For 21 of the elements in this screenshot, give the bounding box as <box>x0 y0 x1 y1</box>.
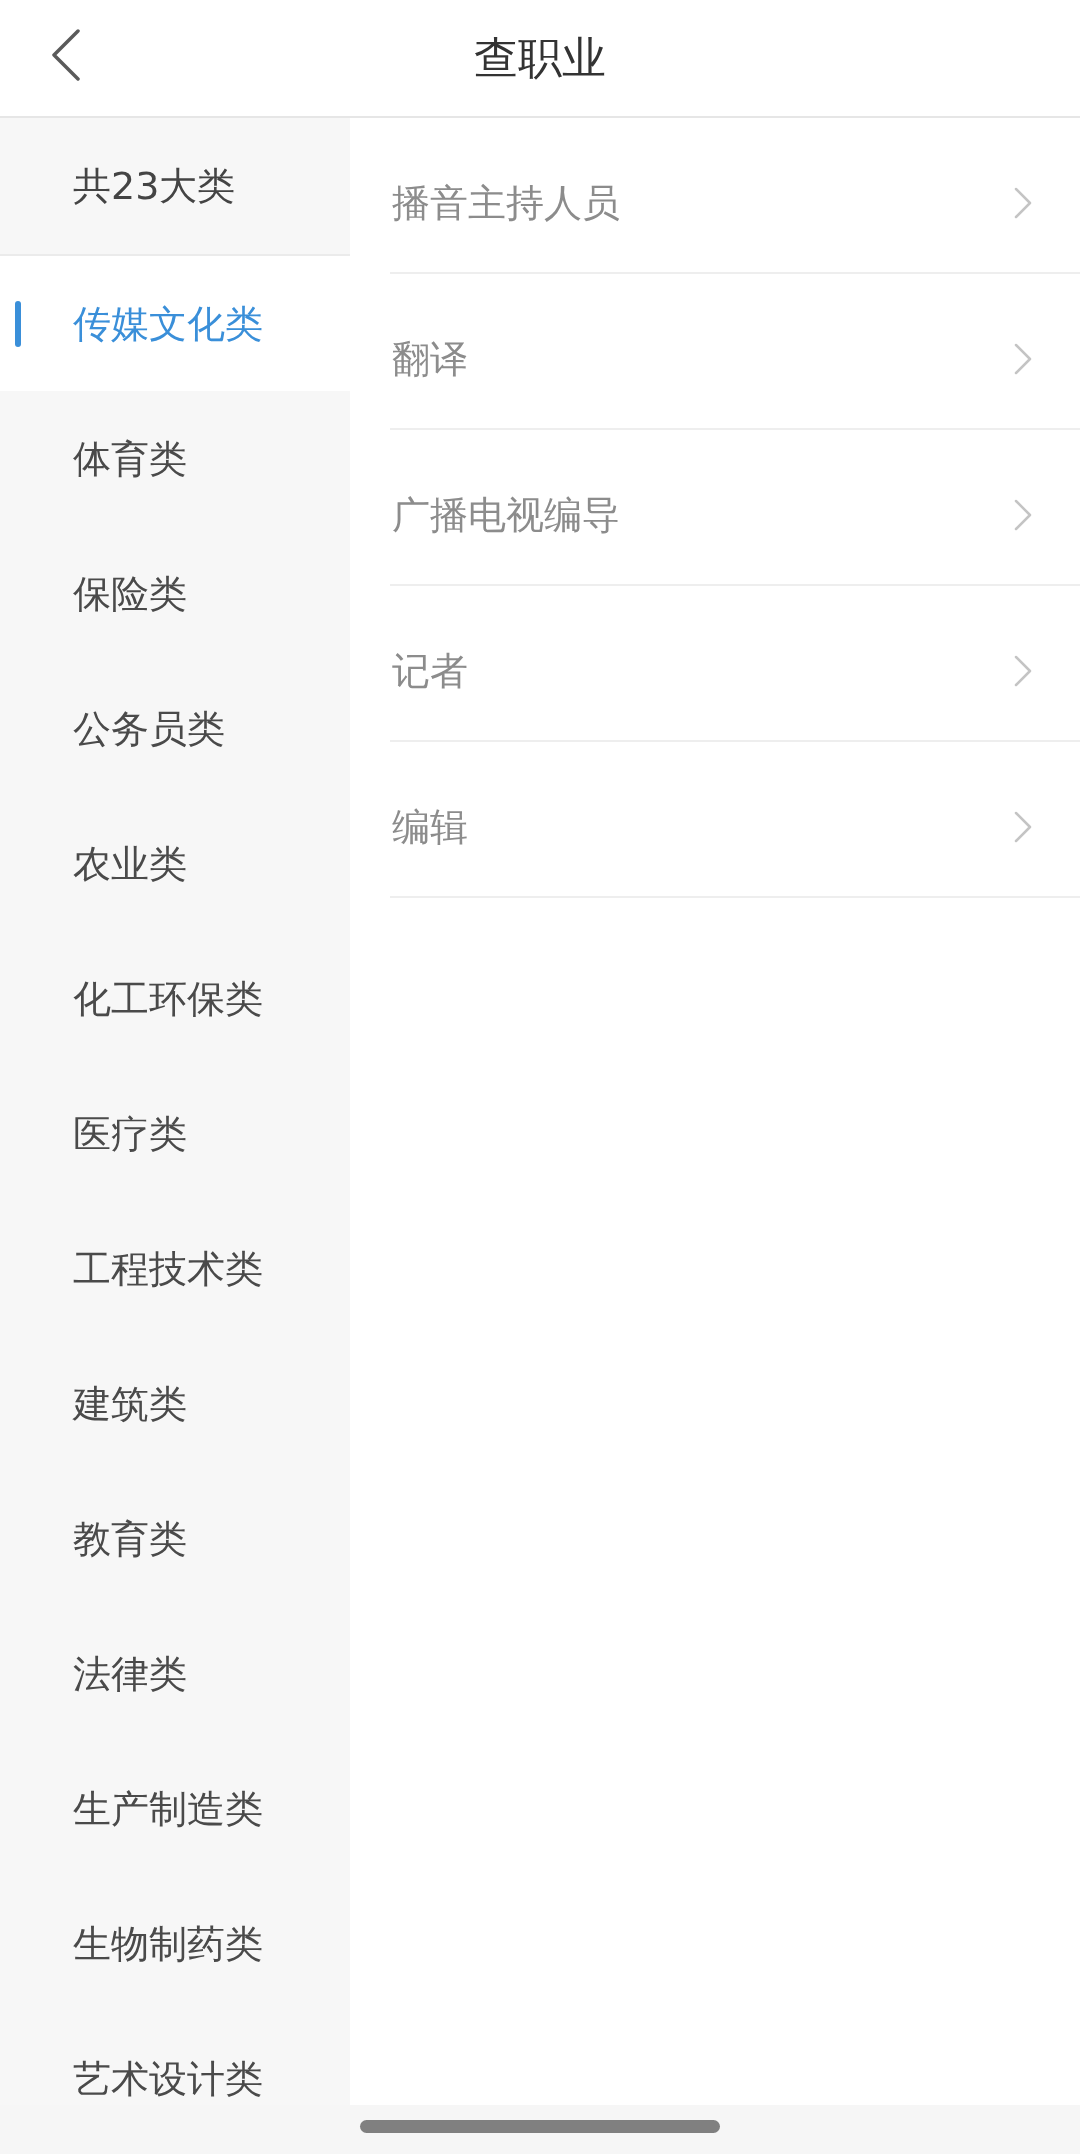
category-item[interactable]: 工程技术类 <box>0 1201 350 1336</box>
category-item[interactable]: 教育类 <box>0 1471 350 1606</box>
category-item[interactable]: 农业类 <box>0 796 350 931</box>
indicator-bar-icon <box>15 301 21 347</box>
chevron-right-icon <box>1014 343 1032 375</box>
chevron-right-icon <box>1014 499 1032 531</box>
category-item[interactable]: 生产制造类 <box>0 1741 350 1876</box>
category-item[interactable]: 体育类 <box>0 391 350 526</box>
category-item[interactable]: 公务员类 <box>0 661 350 796</box>
category-item[interactable]: 建筑类 <box>0 1336 350 1471</box>
category-item[interactable]: 艺术设计类 <box>0 2011 350 2105</box>
category-item[interactable]: 保险类 <box>0 526 350 661</box>
category-item[interactable]: 法律类 <box>0 1606 350 1741</box>
page-title: 查职业 <box>474 36 606 80</box>
chevron-right-icon <box>1014 811 1032 843</box>
category-item[interactable]: 化工环保类 <box>0 931 350 1066</box>
back-icon <box>51 29 81 81</box>
chevron-right-icon <box>1014 655 1032 687</box>
chevron-right-icon <box>1014 187 1032 219</box>
category-item[interactable]: 生物制药类 <box>0 1876 350 2011</box>
category-item[interactable]: 医疗类 <box>0 1066 350 1201</box>
